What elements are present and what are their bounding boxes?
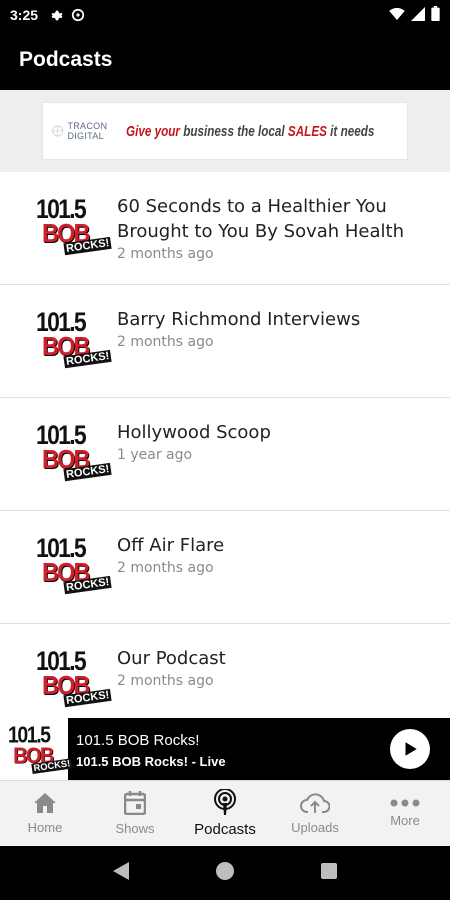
podcast-updated: 2 months ago [117,334,214,350]
player-title: 101.5 BOB Rocks! [76,732,200,749]
podcast-updated: 2 months ago [117,673,214,689]
podcast-updated: 2 months ago [117,246,214,262]
podcast-updated: 1 year ago [117,447,193,463]
status-time: 3:25 [10,7,39,23]
calendar-icon [124,791,146,815]
app-bar: Podcasts [0,30,450,90]
status-bar: 3:25 [0,0,450,30]
home-icon [34,793,56,813]
podcast-icon [214,789,236,815]
ad-brand: TRACON DIGITAL [51,120,116,142]
back-icon [113,861,130,880]
more-icon [390,799,420,807]
nav-shows[interactable]: Shows [90,781,180,846]
podcast-title: 60 Seconds to a Healthier You Brought to… [117,196,405,242]
podcast-list: 101.5 BOB ROCKS! 60 Seconds to a Healthi… [0,172,450,737]
nav-more[interactable]: More [360,781,450,846]
ad-banner[interactable]: TRACON DIGITAL Give your business the lo… [42,102,408,160]
recents-button[interactable] [320,862,337,884]
recents-icon [320,862,337,879]
nav-more-label: More [390,813,420,828]
ad-tagline-part2: business the local [179,122,288,140]
podcast-list-item[interactable]: 101.5 BOB ROCKS! Off Air Flare 2 months … [0,511,450,624]
data-saver-icon [71,8,85,22]
station-logo: 101.5 BOB ROCKS! [36,194,112,260]
station-logo: 101.5 BOB ROCKS! [36,420,112,486]
crosshair-icon [52,125,64,137]
nav-uploads-label: Uploads [291,820,339,835]
home-circle-icon [215,861,234,880]
nav-home-label: Home [27,820,63,835]
podcast-updated: 2 months ago [117,560,214,576]
play-button[interactable] [390,729,430,769]
play-icon [405,742,417,756]
podcast-list-item[interactable]: 101.5 BOB ROCKS! Barry Richmond Intervie… [0,285,450,398]
player-artwork: 101.5 BOB ROCKS! [0,718,73,780]
station-logo: 101.5 BOB ROCKS! [36,307,112,373]
station-logo: 101.5 BOB ROCKS! [36,646,112,712]
ad-brand-name: TRACON DIGITAL [67,121,108,141]
bottom-navigation: Home Shows Podcasts Uploads More [0,780,450,846]
nav-uploads[interactable]: Uploads [270,781,360,846]
wifi-icon [389,7,405,23]
back-button[interactable] [113,861,130,885]
cloud-upload-icon [300,793,330,813]
ad-tagline: Give your business the local SALES it ne… [126,123,374,140]
podcast-list-item[interactable]: 101.5 BOB ROCKS! 60 Seconds to a Healthi… [0,172,450,285]
system-navigation-bar [0,846,450,900]
nav-home[interactable]: Home [0,781,90,846]
ad-tagline-part1: Give your [125,122,180,140]
podcast-title: Hollywood Scoop [117,422,271,443]
battery-icon [431,6,440,24]
nav-podcasts[interactable]: Podcasts [180,781,270,846]
nav-shows-label: Shows [115,821,155,836]
podcast-list-item[interactable]: 101.5 BOB ROCKS! Hollywood Scoop 1 year … [0,398,450,511]
podcast-title: Our Podcast [117,648,226,669]
cell-signal-icon [411,6,425,24]
page-title: Podcasts [19,48,113,71]
podcast-title: Barry Richmond Interviews [117,309,361,330]
podcast-title: Off Air Flare [117,535,225,556]
settings-icon [50,9,63,22]
station-logo: 101.5 BOB ROCKS! [36,533,112,599]
ad-tagline-part4: it needs [326,122,375,140]
nav-podcasts-label: Podcasts [194,821,256,838]
home-button[interactable] [215,861,234,885]
ad-banner-container: TRACON DIGITAL Give your business the lo… [0,90,450,172]
player-subtitle: 101.5 BOB Rocks! - Live [76,754,226,769]
station-logo: 101.5 BOB ROCKS! [8,722,73,775]
mini-player[interactable]: 101.5 BOB ROCKS! 101.5 BOB Rocks! 101.5 … [0,718,450,780]
ad-tagline-part3: SALES [287,122,327,140]
